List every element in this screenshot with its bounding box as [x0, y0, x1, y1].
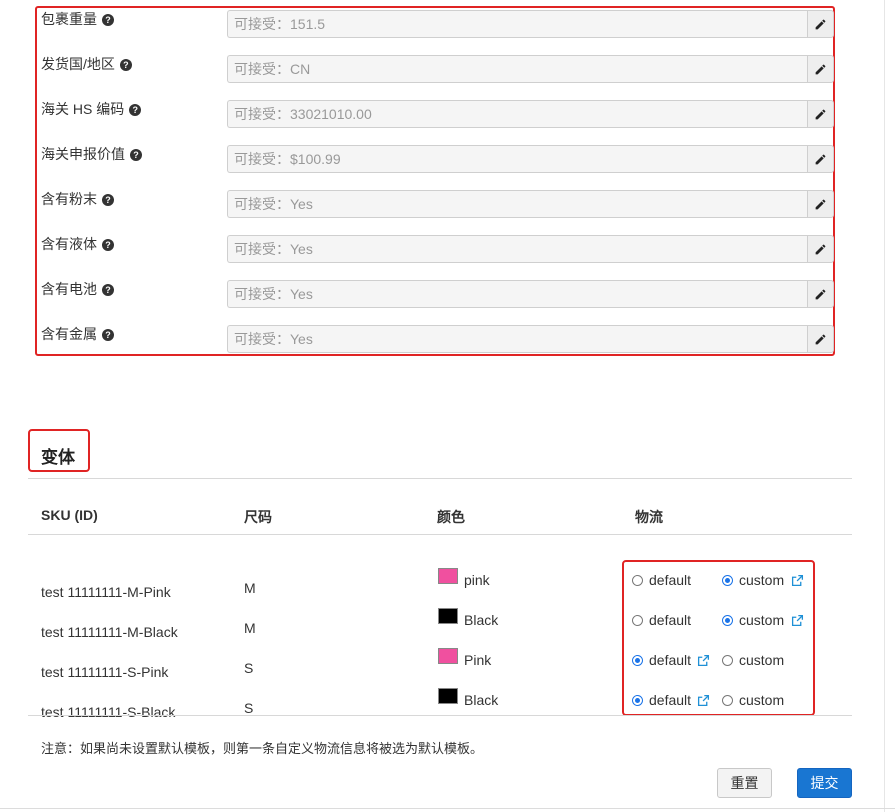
attribute-label: 含有液体?: [41, 236, 114, 252]
attribute-label-text: 包裹重量: [41, 11, 97, 27]
table-bottom-divider: [28, 715, 852, 716]
attribute-label: 含有粉末?: [41, 191, 114, 207]
pencil-icon[interactable]: [807, 235, 834, 263]
attribute-label: 含有电池?: [41, 281, 114, 297]
pencil-icon[interactable]: [807, 145, 834, 173]
variant-sku: test 11111111-S-Pink: [41, 664, 169, 680]
header-sku: SKU (ID): [41, 507, 98, 523]
variant-color: pink: [464, 572, 490, 588]
default-template-note: 注意：如果尚未设置默认模板，则第一条自定义物流信息将被选为默认模板。: [41, 741, 484, 756]
help-circle-icon[interactable]: ?: [102, 14, 114, 26]
variant-size: M: [244, 580, 256, 596]
variants-title: 变体: [41, 448, 75, 467]
variant-sku: test 11111111-S-Black: [41, 704, 176, 720]
attribute-label-text: 含有液体: [41, 236, 97, 252]
pencil-icon[interactable]: [807, 325, 834, 353]
attribute-label: 海关 HS 编码?: [41, 101, 142, 117]
attribute-value-field[interactable]: 可接受：$100.99: [227, 145, 807, 173]
attribute-value-field[interactable]: 可接受：Yes: [227, 235, 807, 263]
variant-size: M: [244, 620, 256, 636]
help-circle-icon[interactable]: ?: [129, 104, 142, 116]
attribute-label: 海关申报价值?: [41, 146, 142, 162]
reset-button[interactable]: 重置: [717, 768, 772, 798]
submit-button[interactable]: 提交: [797, 768, 852, 798]
variant-sku: test 11111111-M-Pink: [41, 584, 171, 600]
attribute-label-text: 海关 HS 编码: [41, 101, 125, 117]
variant-color: Black: [464, 612, 499, 628]
pencil-icon[interactable]: [807, 280, 834, 308]
help-circle-icon[interactable]: ?: [119, 59, 132, 71]
pencil-icon[interactable]: [807, 55, 834, 83]
attribute-row: 含有粉末? 可接受：Yes: [41, 189, 836, 219]
side-panel-edge: [884, 0, 895, 812]
header-divider: [28, 534, 852, 535]
help-circle-icon[interactable]: ?: [102, 329, 114, 341]
variant-color: Black: [464, 692, 499, 708]
attribute-row: 包裹重量? 可接受：151.5: [41, 9, 836, 39]
attribute-label: 发货国/地区?: [41, 56, 132, 72]
attribute-row: 海关 HS 编码? 可接受：33021010.00: [41, 99, 836, 129]
help-circle-icon[interactable]: ?: [102, 284, 114, 296]
attribute-label-text: 发货国/地区: [41, 56, 115, 72]
color-swatch: [438, 568, 458, 584]
header-logistics: 物流: [635, 509, 663, 525]
variant-color: Pink: [464, 652, 492, 668]
color-swatch: [438, 608, 458, 624]
help-circle-icon[interactable]: ?: [102, 194, 114, 206]
attribute-value-field[interactable]: 可接受：Yes: [227, 325, 807, 353]
attribute-value-field[interactable]: 可接受：Yes: [227, 190, 807, 218]
attribute-label-text: 含有金属: [41, 326, 97, 342]
variant-size: S: [244, 700, 254, 716]
pencil-icon[interactable]: [807, 190, 834, 218]
pencil-icon[interactable]: [807, 10, 834, 38]
color-swatch: [438, 688, 458, 704]
attribute-row: 发货国/地区? 可接受：CN: [41, 54, 836, 84]
attribute-label-text: 海关申报价值: [41, 146, 125, 162]
attribute-row: 含有电池? 可接受：Yes: [41, 279, 836, 309]
color-swatch: [438, 648, 458, 664]
variant-sku: test 11111111-M-Black: [41, 624, 178, 640]
attribute-value-field[interactable]: 可接受：151.5: [227, 10, 807, 38]
pencil-icon[interactable]: [807, 100, 834, 128]
attribute-label: 含有金属?: [41, 326, 114, 342]
logistics-highlight-box: [622, 560, 815, 716]
attribute-row: 海关申报价值? 可接受：$100.99: [41, 144, 836, 174]
attribute-label-text: 含有粉末: [41, 191, 97, 207]
attribute-row: 含有液体? 可接受：Yes: [41, 234, 836, 264]
help-circle-icon[interactable]: ?: [102, 239, 114, 251]
divider: [28, 478, 852, 479]
attribute-value-field[interactable]: 可接受：Yes: [227, 280, 807, 308]
help-circle-icon[interactable]: ?: [130, 149, 142, 161]
page-bottom-border: [0, 808, 895, 809]
header-color: 颜色: [437, 509, 465, 525]
attribute-label: 包裹重量?: [41, 11, 114, 27]
attribute-value-field[interactable]: 可接受：CN: [227, 55, 807, 83]
variant-size: S: [244, 660, 254, 676]
attribute-label-text: 含有电池: [41, 281, 97, 297]
attribute-value-field[interactable]: 可接受：33021010.00: [227, 100, 807, 128]
header-size: 尺码: [244, 509, 272, 525]
attribute-row: 含有金属? 可接受：Yes: [41, 324, 836, 354]
